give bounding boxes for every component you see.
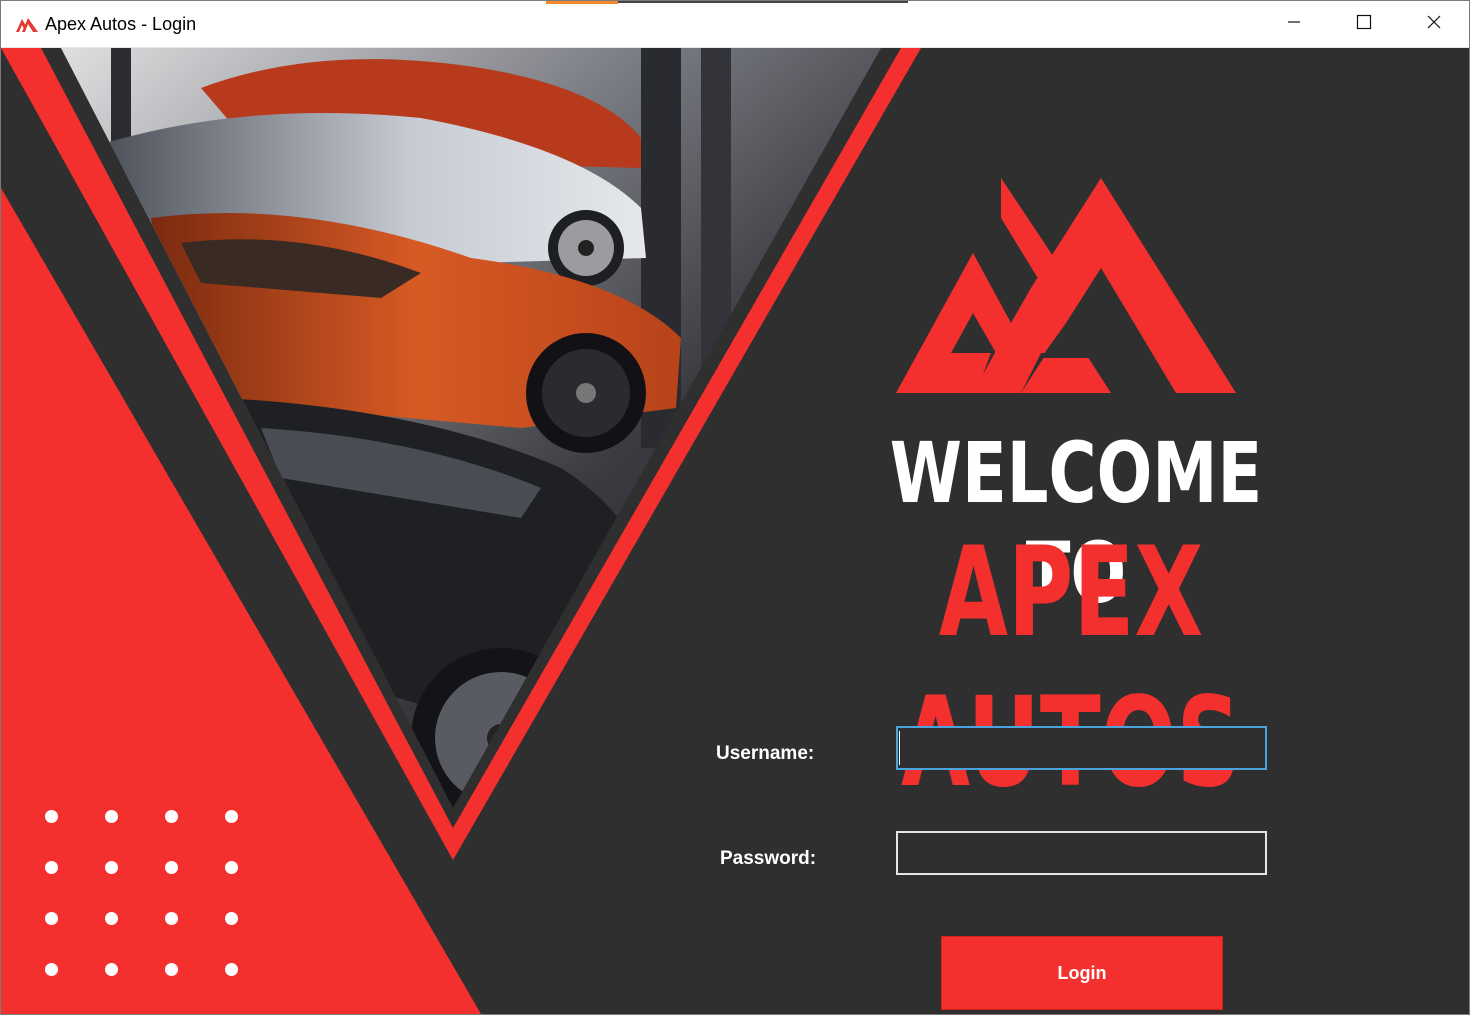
decor-dots <box>45 810 245 980</box>
close-icon <box>1426 14 1442 35</box>
maximize-icon <box>1356 14 1372 35</box>
minimize-button[interactable] <box>1259 1 1329 47</box>
brand-heading: APEX AUTOS <box>901 521 1241 815</box>
username-input[interactable] <box>896 726 1267 770</box>
username-label: Username: <box>716 743 815 764</box>
login-window: Apex Autos - Login WELCOME TO APEX Usern… <box>0 0 1470 1015</box>
close-button[interactable] <box>1399 1 1469 47</box>
window-title: Apex Autos - Login <box>45 13 197 34</box>
login-content: WELCOME TO APEX AUTOS Username: Password… <box>1 48 1469 1014</box>
title-accent-line <box>618 1 908 3</box>
apex-logo <box>896 178 1236 393</box>
title-accent-bar <box>546 1 618 4</box>
password-input[interactable] <box>896 831 1267 875</box>
maximize-button[interactable] <box>1329 1 1399 47</box>
minimize-icon <box>1286 14 1302 35</box>
title-bar[interactable]: Apex Autos - Login <box>1 1 1469 48</box>
password-label: Password: <box>720 848 817 869</box>
window-controls <box>1259 1 1469 47</box>
apex-logo-icon <box>15 15 39 33</box>
text-caret <box>899 731 900 765</box>
login-button[interactable]: Login <box>941 936 1223 1010</box>
